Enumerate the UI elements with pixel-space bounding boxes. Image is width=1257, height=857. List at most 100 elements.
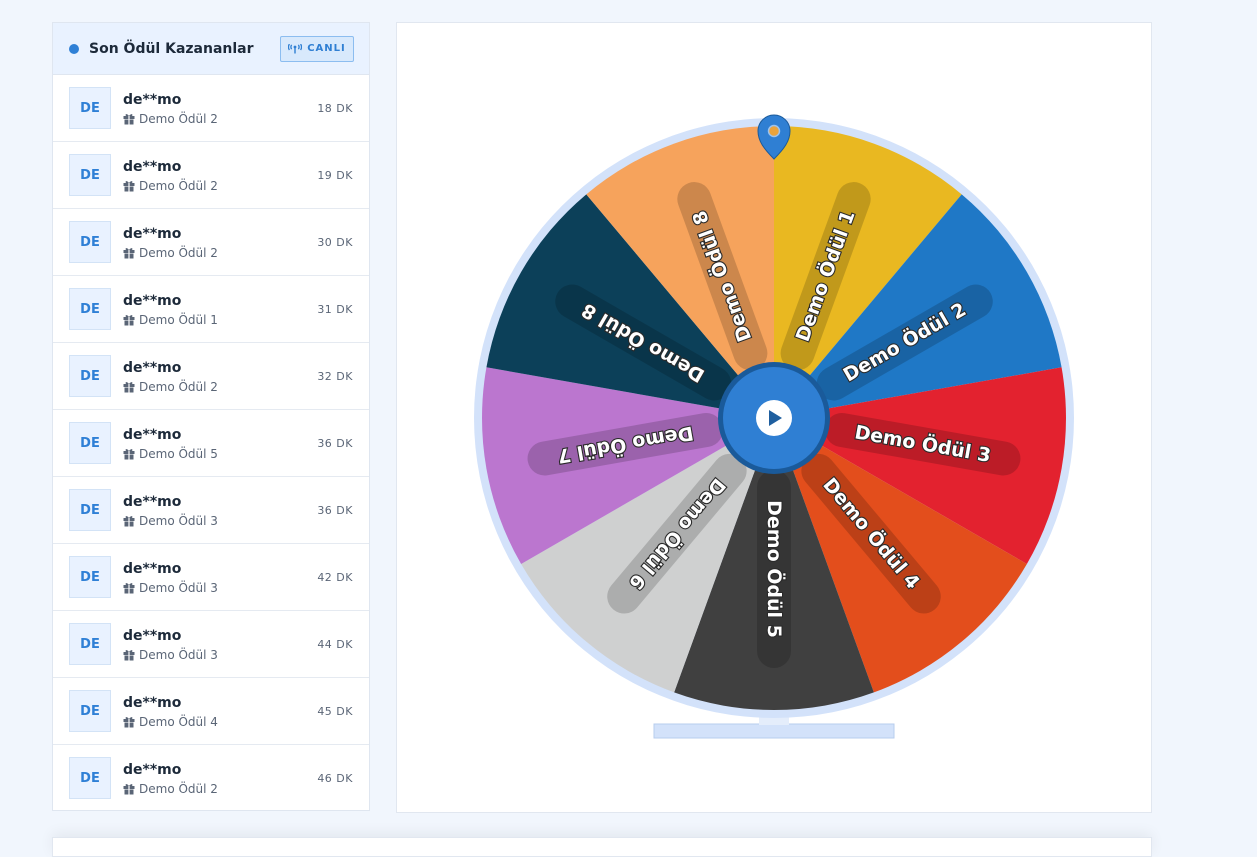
pointer-center [767,124,781,138]
winner-prize: Demo Ödül 3 [123,648,317,662]
winner-username: de**mo [123,292,182,309]
winner-row: DE de**mo Demo Ödül 3 36 DK [53,477,369,544]
winner-username: de**mo [123,493,182,510]
gift-icon [123,381,135,392]
winner-prize: Demo Ödül 2 [123,112,317,126]
winner-row: DE de**mo Demo Ödül 2 30 DK [53,209,369,276]
winner-username: de**mo [123,359,182,376]
wheel-stand [653,723,895,739]
winner-info: de**mo Demo Ödül 2 [123,761,317,796]
winner-username: de**mo [123,694,182,711]
gift-icon [123,314,135,325]
winner-row: DE de**mo Demo Ödül 1 31 DK [53,276,369,343]
avatar: DE [69,355,111,397]
gift-icon [123,448,135,459]
winner-username: de**mo [123,761,182,778]
winner-prize: Demo Ödül 3 [123,514,317,528]
winner-username: de**mo [123,426,182,443]
avatar: DE [69,87,111,129]
avatar: DE [69,221,111,263]
winner-prize-label: Demo Ödül 2 [139,245,218,260]
gift-icon [123,515,135,526]
winner-info: de**mo Demo Ödül 5 [123,426,317,461]
winner-time: 36 DK [317,503,353,517]
winner-time: 19 DK [317,168,353,182]
avatar: DE [69,690,111,732]
avatar: DE [69,556,111,598]
winner-info: de**mo Demo Ödül 1 [123,292,317,327]
winner-prize-label: Demo Ödül 2 [139,111,218,126]
wheel-segment-label-group: Demo Ödül 5 [757,470,791,668]
winner-time: 30 DK [317,235,353,249]
gift-icon [123,783,135,794]
winner-row: DE de**mo Demo Ödül 5 36 DK [53,410,369,477]
gift-icon [123,582,135,593]
avatar: DE [69,288,111,330]
winner-prize: Demo Ödül 1 [123,313,317,327]
winner-prize-label: Demo Ödül 2 [139,781,218,796]
avatar: DE [69,489,111,531]
winner-prize-label: Demo Ödül 3 [139,580,218,595]
winner-info: de**mo Demo Ödül 2 [123,91,317,126]
winner-username: de**mo [123,158,182,175]
winner-info: de**mo Demo Ödül 2 [123,225,317,260]
winner-prize-label: Demo Ödül 3 [139,647,218,662]
winner-row: DE de**mo Demo Ödül 2 46 DK [53,745,369,810]
winner-info: de**mo Demo Ödül 2 [123,359,317,394]
avatar: DE [69,623,111,665]
panel-title: Son Ödül Kazananlar [89,40,254,57]
winner-prize-label: Demo Ödül 2 [139,379,218,394]
gift-icon [123,649,135,660]
winner-time: 42 DK [317,570,353,584]
avatar: DE [69,757,111,799]
winner-row: DE de**mo Demo Ödül 3 42 DK [53,544,369,611]
live-label: CANLI [307,43,346,54]
winner-row: DE de**mo Demo Ödül 2 18 DK [53,75,369,142]
winner-info: de**mo Demo Ödül 3 [123,627,317,662]
winner-prize-label: Demo Ödül 1 [139,312,218,327]
winner-row: DE de**mo Demo Ödül 4 45 DK [53,678,369,745]
gift-icon [123,247,135,258]
avatar: DE [69,422,111,464]
winner-prize: Demo Ödül 2 [123,179,317,193]
gift-icon [123,113,135,124]
winner-prize: Demo Ödül 2 [123,246,317,260]
avatar: DE [69,154,111,196]
winner-row: DE de**mo Demo Ödül 2 19 DK [53,142,369,209]
winner-prize: Demo Ödül 4 [123,715,317,729]
winner-info: de**mo Demo Ödül 4 [123,694,317,729]
winner-row: DE de**mo Demo Ödül 2 32 DK [53,343,369,410]
winner-time: 45 DK [317,704,353,718]
winner-time: 46 DK [317,771,353,785]
gift-icon [123,180,135,191]
wheel-card: Demo Ödül 1 Demo Ödül 2 Demo Ödül 3 Demo Öd… [396,22,1152,813]
winner-time: 44 DK [317,637,353,651]
winner-row: DE de**mo Demo Ödül 3 44 DK [53,611,369,678]
winner-prize-label: Demo Ödül 3 [139,513,218,528]
winner-info: de**mo Demo Ödül 3 [123,560,317,595]
winner-username: de**mo [123,225,182,242]
wheel-segment-label: Demo Ödül 5 [763,500,787,638]
winner-username: de**mo [123,627,182,644]
live-dot-icon [69,43,79,54]
prize-wheel[interactable]: Demo Ödül 1Demo Ödül 2Demo Ödül 3Demo Öd… [397,23,1153,814]
winner-username: de**mo [123,91,182,108]
winner-info: de**mo Demo Ödül 3 [123,493,317,528]
winner-time: 31 DK [317,302,353,316]
winner-username: de**mo [123,560,182,577]
winner-prize: Demo Ödül 5 [123,447,317,461]
winner-prize: Demo Ödül 2 [123,782,317,796]
winner-prize-label: Demo Ödül 5 [139,446,218,461]
winner-prize: Demo Ödül 3 [123,581,317,595]
winner-prize-label: Demo Ödül 2 [139,178,218,193]
winner-time: 36 DK [317,436,353,450]
winner-list: DE de**mo Demo Ödül 2 18 DK DE de**mo Demo Ödü… [53,75,369,810]
winner-time: 18 DK [317,101,353,115]
winner-prize: Demo Ödül 2 [123,380,317,394]
winner-time: 32 DK [317,369,353,383]
broadcast-icon [288,43,303,53]
winner-prize-label: Demo Ödül 4 [139,714,218,729]
live-badge: CANLI [280,35,354,62]
gift-icon [123,716,135,727]
winner-info: de**mo Demo Ödül 2 [123,158,317,193]
